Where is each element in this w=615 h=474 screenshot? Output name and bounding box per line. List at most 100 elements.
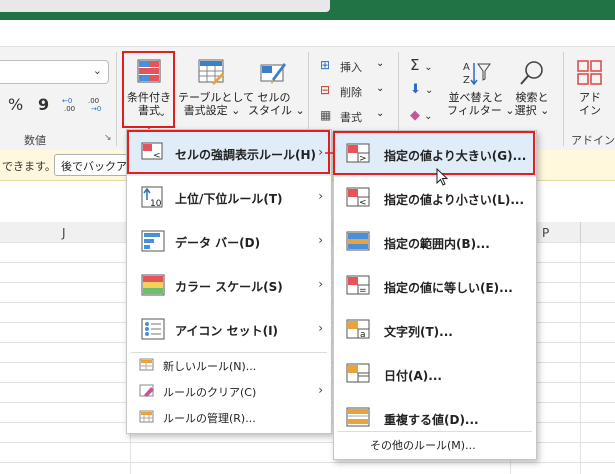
menu-item-icon-set[interactable]: アイコン セット(I) › [127,308,331,352]
grid-column-line [580,242,581,474]
menu-item-label: 新しいルール(N)... [163,360,257,373]
delete-cells-button[interactable]: ⊟ 削除 ⌄ [318,83,388,101]
svg-text:10: 10 [150,199,162,209]
submenu-item-less-than[interactable]: < 指定の値より小さい(L)... [334,177,536,221]
menu-item-label: 上位/下位ルール(T) [175,192,283,206]
dialog-launcher-icon[interactable]: ↘ [104,133,112,143]
menu-item-data-bar[interactable]: データ バー(D) › [127,220,331,264]
title-search-box[interactable] [0,0,330,12]
cell-styles-icon [260,59,286,85]
label-line-2: スタイル [248,104,292,117]
svg-text:.00: .00 [88,97,99,105]
chevron-right-icon: › [318,321,323,335]
cond-format-highlight-box [122,51,175,128]
svg-text:<: < [359,198,367,208]
highlight-rules-red-box [127,130,330,174]
submenu-item-label: 指定の値に等しい(E)... [384,281,513,295]
comma-style-button[interactable]: 9 [38,95,49,114]
submenu-item-between[interactable]: 指定の範囲内(B)... [334,221,536,265]
label-line-2: 選択 [514,104,537,117]
backup-later-button[interactable]: 後でバックアップ [54,154,136,176]
manage-rules-icon [139,410,155,424]
submenu-item-equal-to[interactable]: = 指定の値に等しい(E)... [334,265,536,309]
label-line-2: フィルター [447,104,502,117]
chevron-right-icon: › [318,277,323,291]
number-format-dropdown[interactable]: ⌄ [0,60,109,84]
menu-item-new-rule[interactable]: 新しいルール(N)... [127,352,331,378]
submenu-item-text-contains[interactable]: a 文字列(T)... [334,309,536,353]
less-than-icon: < [346,187,374,211]
chevron-right-icon: › [318,189,323,203]
sort-filter-button[interactable]: A Z 並べ替えと フィルター ⌄ [447,55,515,123]
number-group-label: 数値 [24,134,46,147]
chevron-down-icon: ⌄ [92,64,102,77]
find-select-button[interactable]: 検索と 選択 ⌄ [507,55,557,123]
svg-text:.00: .00 [64,105,75,112]
chevron-down-icon: ⌄ [376,83,385,94]
menu-item-label: アイコン セット(I) [175,324,279,338]
sort-filter-icon: A Z [461,59,491,87]
group-separator [563,52,564,146]
menu-item-clear-rules[interactable]: ルールのクリア(C) › [127,378,331,404]
top-bottom-icon: 10 [141,186,167,212]
data-bar-icon [141,230,167,254]
table-format-icon [198,59,224,85]
addins-button[interactable]: アド イン [568,55,612,123]
submenu-item-date[interactable]: 日付(A)... [334,353,536,397]
label-line-1: セルの [257,91,291,104]
fill-icon[interactable]: ⬇ ⌄ [410,82,433,97]
insert-cells-button[interactable]: ⊞ 挿入 ⌄ [318,58,388,76]
group-separator [116,52,117,146]
label-line-1: 並べ替えと [448,91,504,104]
percent-style-button[interactable]: % [8,95,23,114]
decrease-decimal-icon[interactable]: .00 →0 [88,96,106,112]
insert-label: 挿入 [340,61,362,74]
between-icon [346,231,374,255]
format-as-table-button[interactable]: テーブルとして 書式設定 ⌄ [178,55,255,123]
text-contains-icon: a [346,319,374,343]
submenu-item-label: 文字列(T)... [384,325,453,339]
conditional-formatting-menu: < セルの強調表示ルール(H) › 10 上位/下位ルール(T) › データ バ… [126,129,332,434]
info-bar-message: できます。 [2,160,56,173]
increase-decimal-icon[interactable]: ←0.00 [62,96,78,112]
backup-later-label: 後でバックアップ [61,160,135,173]
eraser-icon [139,384,155,398]
equal-to-icon: = [346,275,374,299]
label-line-2: イン [579,104,601,117]
greater-than-red-box [333,131,535,175]
menu-item-label: カラー スケール(S) [175,280,283,294]
ribbon-tab-strip [0,20,615,47]
chevron-down-icon: ⌄ [231,104,241,117]
svg-text:A: A [463,62,470,73]
cell-styles-label: セルの スタイル ⌄ [248,91,305,117]
submenu-item-label: 指定の値より小さい(L)... [384,193,525,207]
menu-item-label: ルールの管理(R)... [163,412,256,425]
new-rule-icon [139,358,155,372]
svg-text:a: a [360,330,366,340]
format-cells-button[interactable]: ▦ 書式 ⌄ [318,108,388,126]
highlight-rules-submenu: > 指定の値より大きい(G)... < 指定の値より小さい(L)... 指定の範… [333,130,537,460]
menu-item-manage-rules[interactable]: ルールの管理(R)... [127,404,331,430]
autosum-icon[interactable]: Σ ⌄ [410,56,433,74]
submenu-item-label: 重複する値(D)... [384,413,479,427]
label-line-1: アド [579,91,601,104]
sort-filter-label: 並べ替えと フィルター ⌄ [447,91,515,117]
submenu-item-label: 日付(A)... [384,369,442,383]
menu-item-top-bottom[interactable]: 10 上位/下位ルール(T) › [127,176,331,220]
submenu-item-label: その他のルール(M)... [370,439,476,452]
addins-label: アド イン [568,91,612,117]
menu-item-color-scale[interactable]: カラー スケール(S) › [127,264,331,308]
label-line-1: テーブルとして [178,91,255,104]
date-icon [346,363,374,387]
label-line-2: 書式設定 [183,104,228,117]
chevron-down-icon: ⌄ [540,104,550,117]
delete-icon: ⊟ [320,83,331,97]
chevron-down-icon: ⌄ [376,58,385,69]
cell-styles-button[interactable]: セルの スタイル ⌄ [248,55,305,123]
svg-text:←0: ←0 [62,97,72,105]
submenu-item-label: 指定の範囲内(B)... [384,237,490,251]
clear-icon[interactable]: ◆ ⌄ [410,108,433,123]
format-as-table-label: テーブルとして 書式設定 ⌄ [178,91,255,117]
submenu-item-more-rules[interactable]: その他のルール(M)... [334,431,536,457]
menu-item-label: ルールのクリア(C) [163,386,257,399]
